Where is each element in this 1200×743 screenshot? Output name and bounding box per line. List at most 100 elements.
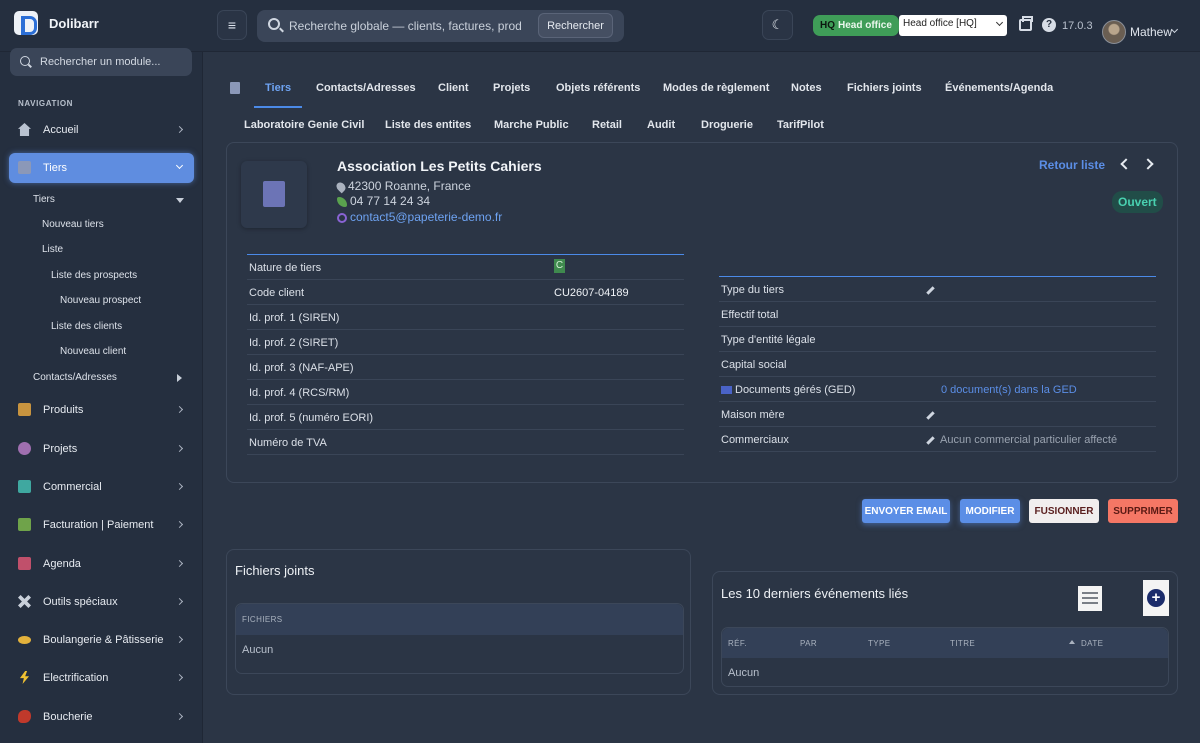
tab-client[interactable]: Client: [438, 82, 469, 94]
events-col-type[interactable]: TYPE: [868, 639, 891, 648]
tab-projets[interactable]: Projets: [493, 82, 530, 94]
sidebar-item-electrification[interactable]: Electrification: [9, 663, 194, 693]
sidebar-item-facturation[interactable]: Facturation | Paiement: [9, 510, 194, 540]
sidebar-sub-nouveau-prospect[interactable]: Nouveau prospect: [60, 295, 141, 306]
global-search-input[interactable]: [289, 16, 521, 36]
field-row: Commerciaux Aucun commercial particulier …: [719, 427, 1156, 452]
field-label: Numéro de TVA: [249, 437, 327, 449]
sidebar-sub-liste[interactable]: Liste: [42, 244, 63, 255]
add-event-button[interactable]: +: [1143, 580, 1169, 616]
sidebar-item-boucherie[interactable]: Boucherie: [9, 702, 194, 732]
events-col-par[interactable]: PAR: [800, 639, 817, 648]
delete-button[interactable]: SUPPRIMER: [1108, 499, 1178, 523]
tab-objets-referents[interactable]: Objets référents: [556, 82, 640, 94]
tab-fichiers-joints[interactable]: Fichiers joints: [847, 82, 922, 94]
sidebar-item-boulangerie[interactable]: Boulangerie & Pâtisserie: [9, 625, 194, 655]
send-email-button[interactable]: ENVOYER EMAIL: [862, 499, 950, 523]
chevron-right-icon: [175, 444, 184, 453]
tiers-phone[interactable]: 04 77 14 24 34: [337, 194, 430, 208]
tab-contacts[interactable]: Contacts/Adresses: [316, 82, 416, 94]
tab-laboratoire[interactable]: Laboratoire Genie Civil: [244, 119, 364, 131]
user-avatar[interactable]: [1102, 20, 1126, 44]
tab-retail[interactable]: Retail: [592, 119, 622, 131]
field-row: Id. prof. 5 (numéro EORI): [247, 405, 684, 430]
menu-toggle-button[interactable]: ≡: [217, 10, 247, 40]
help-icon[interactable]: ?: [1042, 18, 1056, 32]
at-icon: [337, 212, 347, 223]
tiers-thumbnail: [241, 161, 307, 228]
tab-droguerie[interactable]: Droguerie: [701, 119, 753, 131]
tiers-name: Association Les Petits Cahiers: [337, 158, 542, 174]
map-pin-icon: [334, 180, 348, 194]
nature-badge: C: [554, 259, 565, 273]
sidebar-sub-nouveau-client[interactable]: Nouveau client: [60, 346, 126, 357]
tab-notes[interactable]: Notes: [791, 82, 822, 94]
chevron-right-icon: [175, 520, 184, 529]
tab-audit[interactable]: Audit: [647, 119, 675, 131]
sidebar-item-label: Projets: [43, 443, 78, 455]
tab-marche-public[interactable]: Marche Public: [494, 119, 569, 131]
sidebar-item-commercial[interactable]: Commercial: [9, 472, 194, 502]
merge-button[interactable]: FUSIONNER: [1029, 499, 1099, 523]
tab-modes-reglement[interactable]: Modes de règlement: [663, 82, 769, 94]
field-label: Nature de tiers: [249, 262, 322, 274]
sidebar-item-agenda[interactable]: Agenda: [9, 549, 194, 579]
folder-icon: [721, 386, 732, 395]
previous-record-icon[interactable]: [1120, 158, 1132, 170]
sidebar-sub-contacts[interactable]: Contacts/Adresses: [33, 372, 117, 383]
events-col-titre[interactable]: TITRE: [950, 639, 975, 648]
hamburger-icon: ≡: [227, 17, 237, 33]
sort-up-icon[interactable]: [1069, 640, 1075, 644]
calendar-icon: [18, 557, 31, 570]
sidebar-sub-tiers[interactable]: Tiers: [33, 194, 55, 205]
print-icon[interactable]: [1019, 16, 1033, 31]
sidebar-item-outils[interactable]: Outils spéciaux: [9, 587, 194, 617]
nav-heading: NAVIGATION: [18, 99, 74, 108]
tab-tiers[interactable]: Tiers: [265, 82, 291, 94]
sidebar-sub-liste-clients[interactable]: Liste des clients: [51, 321, 122, 332]
tab-evenements[interactable]: Événements/Agenda: [945, 82, 1053, 94]
home-icon: [18, 123, 31, 136]
sidebar: NAVIGATION Accueil Tiers Tiers Nouveau t…: [0, 48, 203, 743]
field-value[interactable]: [926, 284, 940, 296]
next-record-icon[interactable]: [1142, 158, 1154, 170]
caret-down-icon[interactable]: [176, 198, 184, 203]
plus-circle-icon: +: [1147, 589, 1165, 607]
edit-pencil-icon[interactable]: [926, 285, 935, 295]
dolibarr-logo-icon[interactable]: [14, 11, 38, 35]
building-icon: [263, 181, 285, 207]
sidebar-item-projets[interactable]: Projets: [9, 434, 194, 464]
field-label: Capital social: [721, 359, 787, 371]
retour-liste-link[interactable]: Retour liste: [1039, 158, 1105, 172]
sidebar-item-accueil[interactable]: Accueil: [9, 115, 194, 145]
events-list-button[interactable]: [1078, 586, 1102, 611]
entity-select[interactable]: Head office [HQ]: [899, 15, 1007, 36]
field-value[interactable]: [926, 409, 940, 421]
module-search-input[interactable]: [40, 53, 185, 71]
tab-liste-entites[interactable]: Liste des entites: [385, 119, 471, 131]
field-row: Nature de tiers C: [247, 255, 684, 280]
ged-documents-link[interactable]: 0 document(s) dans la GED: [941, 384, 1077, 396]
chevron-right-icon: [175, 559, 184, 568]
tiers-phone-text: 04 77 14 24 34: [350, 194, 431, 208]
tiers-email[interactable]: contact5@papeterie-demo.fr: [337, 210, 502, 224]
field-label: Code client: [249, 287, 305, 299]
global-search-button[interactable]: Rechercher: [538, 13, 613, 38]
dark-mode-toggle-button[interactable]: ☾: [762, 10, 793, 40]
events-empty: Aucun: [728, 667, 760, 679]
events-col-date[interactable]: DATE: [1081, 639, 1103, 648]
tab-tarifpilot[interactable]: TarifPilot: [777, 119, 824, 131]
app-name[interactable]: Dolibarr: [49, 16, 99, 31]
caret-right-icon[interactable]: [177, 374, 182, 382]
events-col-ref[interactable]: RÉF.: [728, 639, 747, 648]
edit-button[interactable]: MODIFIER: [960, 499, 1020, 523]
tiers-address: 42300 Roanne, France: [334, 179, 471, 194]
edit-pencil-icon[interactable]: [926, 435, 935, 445]
chevron-down-icon: [995, 18, 1004, 27]
sidebar-item-produits[interactable]: Produits: [9, 395, 194, 425]
user-name[interactable]: Mathew: [1130, 25, 1172, 39]
sidebar-sub-liste-prospects[interactable]: Liste des prospects: [51, 270, 137, 281]
sidebar-sub-nouveau-tiers[interactable]: Nouveau tiers: [42, 219, 104, 230]
edit-pencil-icon[interactable]: [926, 410, 935, 420]
sidebar-item-tiers[interactable]: Tiers: [9, 153, 194, 183]
